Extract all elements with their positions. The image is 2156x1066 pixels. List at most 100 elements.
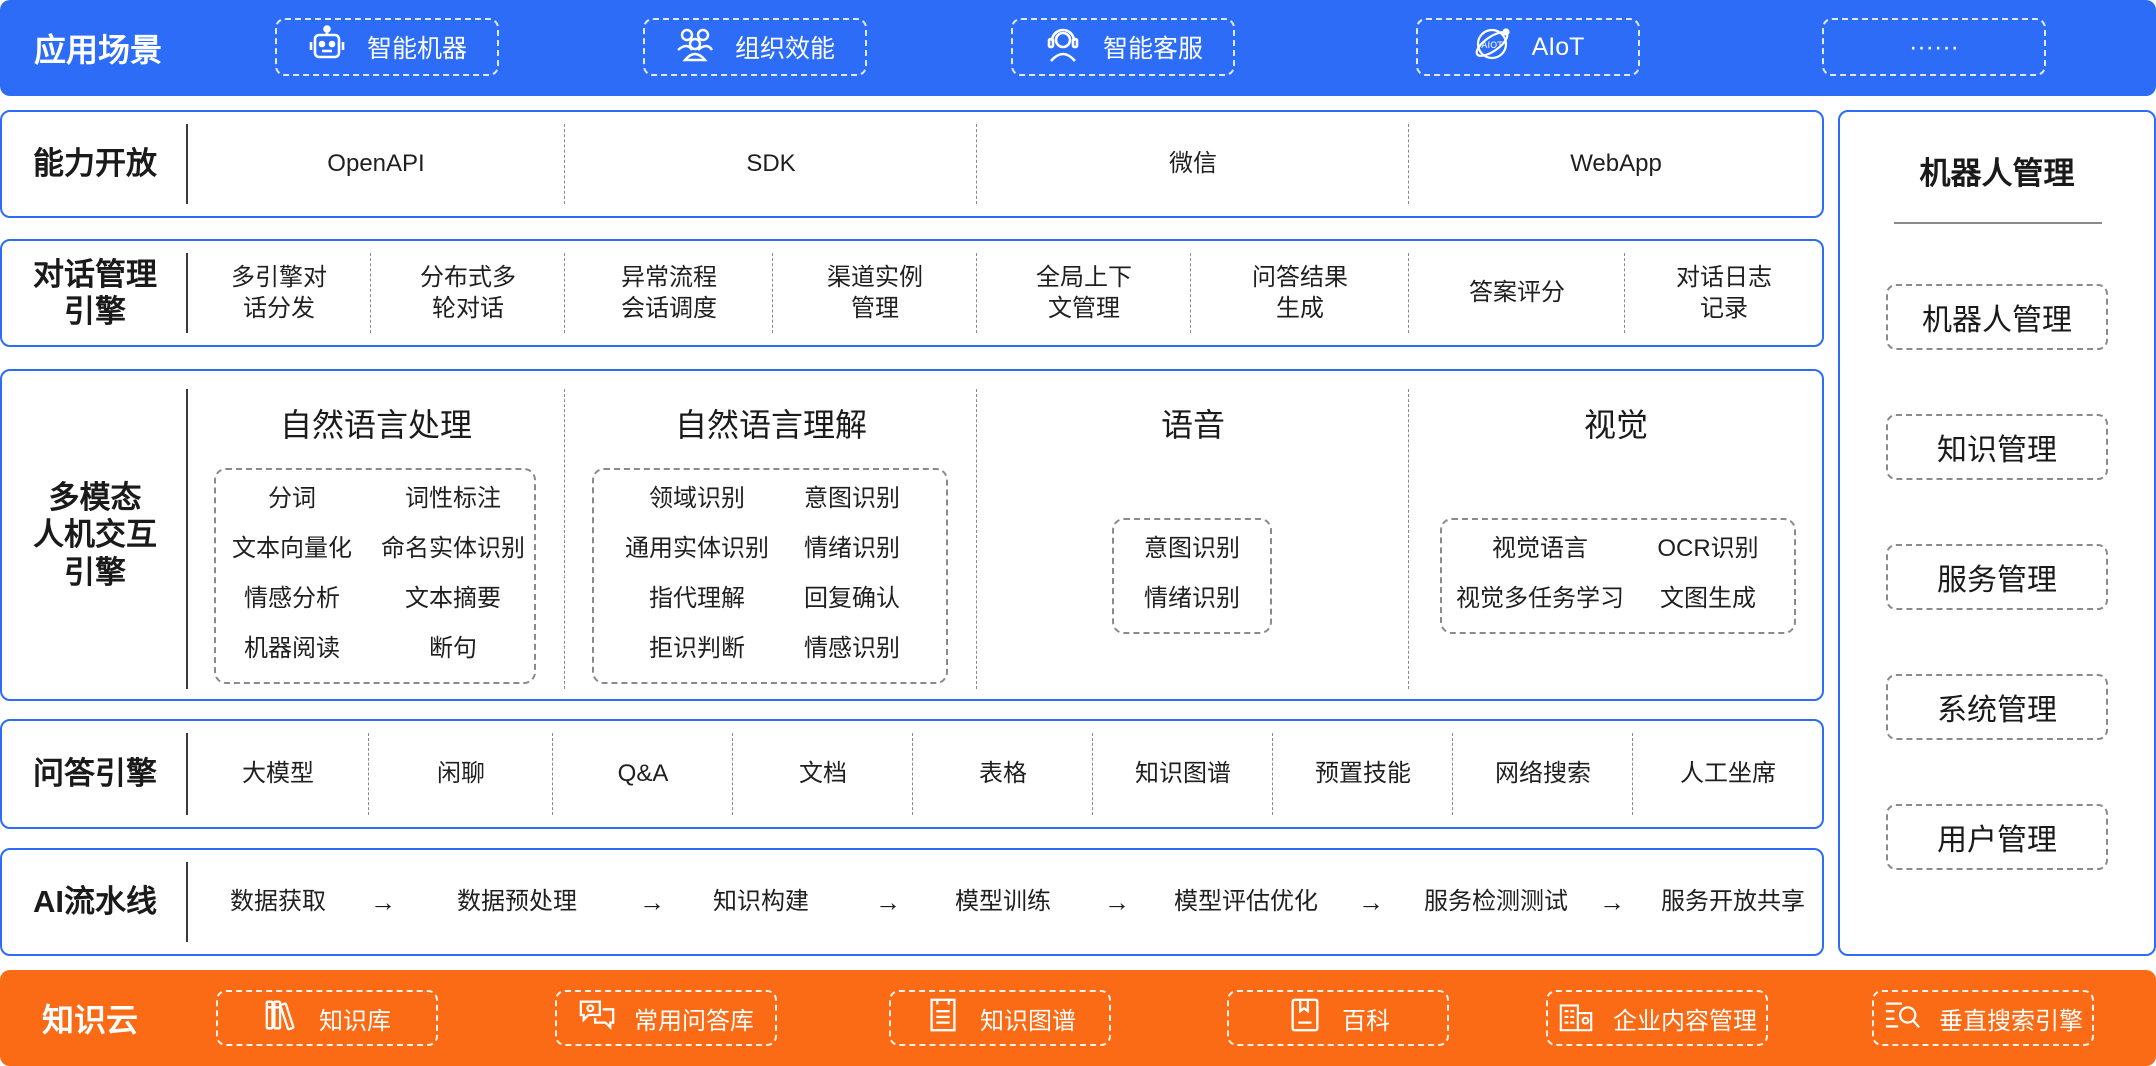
pipeline-step[interactable]: 服务检测测试 bbox=[1406, 850, 1586, 954]
nlu-item[interactable]: 情感识别 bbox=[782, 629, 922, 669]
divider bbox=[1408, 253, 1409, 333]
dialog-item-global-context[interactable]: 全局上下 文管理 bbox=[978, 241, 1190, 345]
qa-item[interactable]: 知识图谱 bbox=[1094, 721, 1272, 827]
search-list-icon bbox=[1883, 996, 1921, 1041]
nlu-item[interactable]: 情绪识别 bbox=[782, 529, 922, 569]
vision-item[interactable]: 文图生成 bbox=[1630, 579, 1786, 619]
scenario-aiot[interactable]: AIOT AIoT bbox=[1416, 18, 1640, 76]
capability-wechat[interactable]: 微信 bbox=[978, 112, 1408, 216]
nlu-item[interactable]: 指代理解 bbox=[602, 579, 792, 619]
vision-item[interactable]: 视觉语言 bbox=[1440, 529, 1640, 569]
scenario-label: 智能客服 bbox=[1102, 35, 1203, 63]
dialog-management-title: 对话管理 引擎 bbox=[33, 256, 157, 329]
divider bbox=[976, 253, 977, 333]
capability-webapp[interactable]: WebApp bbox=[1410, 112, 1822, 216]
qa-item[interactable]: 预置技能 bbox=[1274, 721, 1452, 827]
arrow-right-icon: → bbox=[1358, 886, 1384, 917]
scenario-smart-robot[interactable]: 智能机器 bbox=[275, 18, 499, 76]
ai-pipeline-panel: AI流水线 数据获取 → 数据预处理 → 知识构建 → 模型训练 → 模型评估优… bbox=[0, 848, 1824, 956]
qa-item[interactable]: 大模型 bbox=[188, 721, 368, 827]
divider bbox=[564, 389, 565, 689]
nlu-item[interactable]: 领域识别 bbox=[602, 479, 792, 519]
divider bbox=[1272, 733, 1273, 815]
pipeline-step[interactable]: 服务开放共享 bbox=[1648, 850, 1818, 954]
scenario-label: AIoT bbox=[1531, 32, 1585, 61]
mgmt-system-button[interactable]: 系统管理 bbox=[1886, 674, 2108, 740]
nlu-item[interactable]: 通用实体识别 bbox=[602, 529, 792, 569]
nlu-item[interactable]: 回复确认 bbox=[782, 579, 922, 619]
scenario-org-efficiency[interactable]: 组织效能 bbox=[643, 18, 867, 76]
vision-item[interactable]: 视觉多任务学习 bbox=[1440, 579, 1640, 619]
kc-encyclopedia[interactable]: 百科 bbox=[1227, 990, 1449, 1046]
qa-item[interactable]: 文档 bbox=[734, 721, 912, 827]
mgmt-robot-button[interactable]: 机器人管理 bbox=[1886, 284, 2108, 350]
pipeline-step[interactable]: 模型评估优化 bbox=[1160, 850, 1332, 954]
nlp-title: 自然语言处理 bbox=[279, 407, 472, 443]
pipeline-step[interactable]: 知识构建 bbox=[692, 850, 830, 954]
capability-open-title: 能力开放 bbox=[33, 146, 157, 182]
pipeline-step[interactable]: 模型训练 bbox=[934, 850, 1072, 954]
kc-knowledge-graph[interactable]: 知识图谱 bbox=[889, 990, 1111, 1046]
nlp-item[interactable]: 情感分析 bbox=[214, 579, 370, 619]
qa-item[interactable]: 表格 bbox=[914, 721, 1092, 827]
kc-enterprise-content[interactable]: 企业内容管理 bbox=[1546, 990, 1768, 1046]
robot-management-panel: 机器人管理 机器人管理 知识管理 服务管理 系统管理 用户管理 bbox=[1838, 110, 2156, 956]
capability-openapi[interactable]: OpenAPI bbox=[188, 112, 564, 216]
qa-item[interactable]: 人工坐席 bbox=[1634, 721, 1822, 827]
nlp-item[interactable]: 文本向量化 bbox=[214, 529, 370, 569]
title-divider bbox=[186, 862, 188, 942]
divider bbox=[1624, 253, 1625, 333]
encyclopedia-icon bbox=[1286, 996, 1324, 1041]
nlp-item[interactable]: 命名实体识别 bbox=[370, 529, 536, 569]
document-list-icon bbox=[924, 996, 962, 1041]
qa-item[interactable]: Q&A bbox=[554, 721, 732, 827]
qa-item[interactable]: 闲聊 bbox=[370, 721, 552, 827]
scenario-more[interactable]: ······ bbox=[1822, 18, 2046, 76]
dialog-item-multi-engine[interactable]: 多引擎对 话分发 bbox=[188, 241, 370, 345]
qa-engine-panel: 问答引擎 大模型 闲聊 Q&A 文档 表格 知识图谱 预置技能 网络搜索 人工坐… bbox=[0, 719, 1824, 829]
vision-item[interactable]: OCR识别 bbox=[1630, 529, 1786, 569]
kc-label: 知识库 bbox=[319, 1007, 391, 1035]
aiot-globe-icon: AIOT bbox=[1472, 24, 1512, 71]
kc-vertical-search[interactable]: 垂直搜索引擎 bbox=[1872, 990, 2094, 1046]
application-scenarios-title: 应用场景 bbox=[34, 32, 163, 68]
mgmt-user-button[interactable]: 用户管理 bbox=[1886, 804, 2108, 870]
dialog-item-answer-scoring[interactable]: 答案评分 bbox=[1410, 241, 1624, 345]
nlp-item[interactable]: 文本摘要 bbox=[370, 579, 536, 619]
voice-item[interactable]: 意图识别 bbox=[1112, 529, 1272, 569]
divider bbox=[564, 253, 565, 333]
knowledge-cloud-title: 知识云 bbox=[42, 1002, 139, 1038]
kc-common-qa[interactable]: 常用问答库 bbox=[555, 990, 777, 1046]
multimodal-panel: 多模态 人机交互 引擎 自然语言处理 分词 词性标注 文本向量化 命名实体识别 情感… bbox=[0, 369, 1824, 701]
nlp-item[interactable]: 分词 bbox=[214, 479, 370, 519]
mgmt-knowledge-button[interactable]: 知识管理 bbox=[1886, 414, 2108, 480]
nlu-item[interactable]: 拒识判断 bbox=[602, 629, 792, 669]
pipeline-step[interactable]: 数据获取 bbox=[198, 850, 358, 954]
dialog-item-dialog-log[interactable]: 对话日志 记录 bbox=[1626, 241, 1822, 345]
multimodal-title: 多模态 人机交互 引擎 bbox=[33, 480, 157, 590]
scenario-label: 组织效能 bbox=[734, 35, 835, 63]
nlu-title: 自然语言理解 bbox=[674, 407, 867, 443]
qa-engine-title: 问答引擎 bbox=[33, 756, 157, 792]
pipeline-step[interactable]: 数据预处理 bbox=[422, 850, 612, 954]
divider bbox=[1408, 124, 1409, 204]
divider bbox=[1452, 733, 1453, 815]
nlu-item[interactable]: 意图识别 bbox=[782, 479, 922, 519]
dialog-item-channel-instance[interactable]: 渠道实例 管理 bbox=[774, 241, 976, 345]
scenario-smart-customer-service[interactable]: 智能客服 bbox=[1011, 18, 1235, 76]
nlp-item[interactable]: 断句 bbox=[370, 629, 536, 669]
qa-item[interactable]: 网络搜索 bbox=[1454, 721, 1632, 827]
capability-open-panel: 能力开放 OpenAPI SDK 微信 WebApp bbox=[0, 110, 1824, 218]
capability-sdk[interactable]: SDK bbox=[566, 112, 976, 216]
dialog-item-distributed[interactable]: 分布式多 轮对话 bbox=[372, 241, 564, 345]
mgmt-service-button[interactable]: 服务管理 bbox=[1886, 544, 2108, 610]
nlp-item[interactable]: 词性标注 bbox=[370, 479, 536, 519]
kc-label: 知识图谱 bbox=[980, 1007, 1076, 1035]
voice-item[interactable]: 情绪识别 bbox=[1112, 579, 1272, 619]
dialog-item-qa-result[interactable]: 问答结果 生成 bbox=[1192, 241, 1408, 345]
voice-title: 语音 bbox=[1160, 407, 1225, 443]
kc-knowledge-base[interactable]: 知识库 bbox=[216, 990, 438, 1046]
nlp-item[interactable]: 机器阅读 bbox=[214, 629, 370, 669]
qa-chat-icon bbox=[578, 996, 616, 1041]
dialog-item-exception-flow[interactable]: 异常流程 会话调度 bbox=[566, 241, 772, 345]
